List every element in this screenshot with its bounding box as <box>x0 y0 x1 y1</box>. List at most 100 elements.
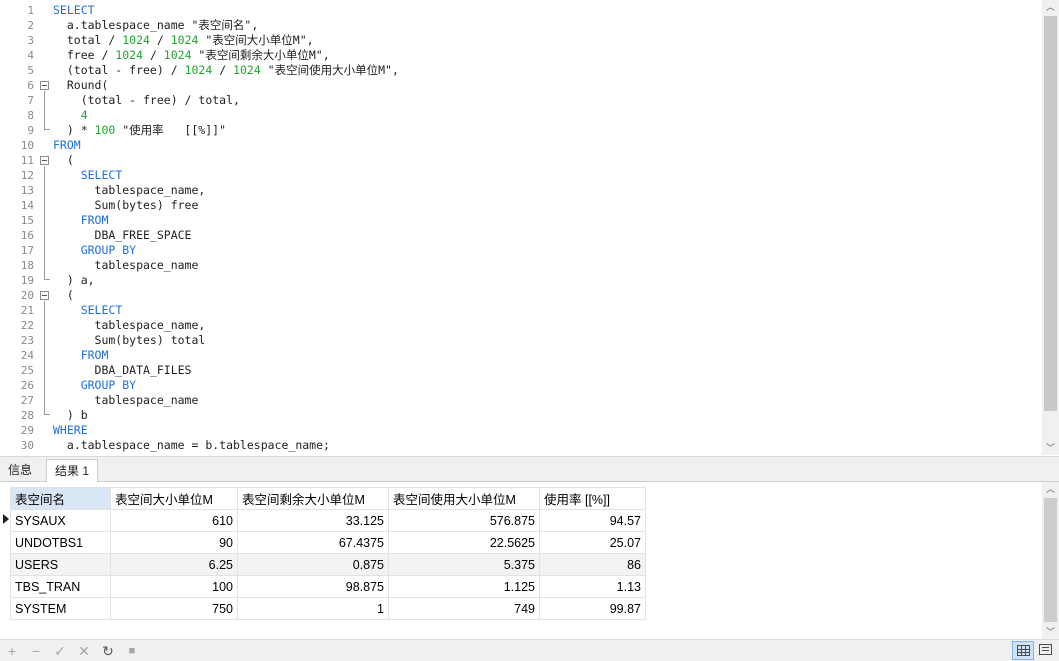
code-line[interactable]: ) a, <box>53 273 399 288</box>
table-cell[interactable]: UNDOTBS1 <box>10 531 111 554</box>
table-cell[interactable]: 5.375 <box>388 553 540 576</box>
table-cell[interactable]: 1.125 <box>388 575 540 598</box>
table-cell[interactable]: TBS_TRAN <box>10 575 111 598</box>
table-row[interactable]: USERS 6.25 0.875 5.375 86 <box>10 553 646 576</box>
table-cell[interactable]: 33.125 <box>237 509 389 532</box>
code-line[interactable]: Round( <box>53 78 399 93</box>
table-cell[interactable]: 94.57 <box>539 509 646 532</box>
code-line[interactable]: WHERE <box>53 423 399 438</box>
table-cell[interactable]: SYSAUX <box>10 509 111 532</box>
sql-text: / <box>212 63 234 77</box>
code-line[interactable]: Sum(bytes) free <box>53 198 399 213</box>
code-line[interactable]: tablespace_name <box>53 258 399 273</box>
code-line[interactable]: Sum(bytes) total <box>53 333 399 348</box>
column-header[interactable]: 使用率 [[%]] <box>539 487 646 510</box>
code-line[interactable]: a.tablespace_name "表空间名", <box>53 18 399 33</box>
table-cell[interactable]: 67.4375 <box>237 531 389 554</box>
refresh-icon[interactable]: ↻ <box>100 643 116 659</box>
table-row[interactable]: SYSTEM 750 1 749 99.87 <box>10 597 646 620</box>
grid-vertical-scrollbar[interactable]: ︿ ﹀ <box>1042 482 1059 639</box>
line-number: 3 <box>27 34 34 47</box>
delete-record-icon[interactable]: − <box>28 643 44 659</box>
table-cell[interactable]: 25.07 <box>539 531 646 554</box>
code-line[interactable]: DBA_DATA_FILES <box>53 363 399 378</box>
table-cell[interactable]: 90 <box>110 531 238 554</box>
sql-text: Sum(bytes) free <box>53 198 199 212</box>
code-line[interactable]: SELECT <box>53 3 399 18</box>
column-header[interactable]: 表空间使用大小单位M <box>388 487 540 510</box>
table-cell[interactable]: 0.875 <box>237 553 389 576</box>
table-cell[interactable]: SYSTEM <box>10 597 111 620</box>
code-line[interactable]: ( <box>53 153 399 168</box>
code-line[interactable]: tablespace_name, <box>53 183 399 198</box>
column-header[interactable]: 表空间名 <box>10 487 111 510</box>
column-header[interactable]: 表空间大小单位M <box>110 487 238 510</box>
fold-toggle-round[interactable] <box>40 81 49 90</box>
fold-guide <box>44 301 45 414</box>
scrollbar-thumb[interactable] <box>1044 498 1057 622</box>
code-line[interactable]: GROUP BY <box>53 243 399 258</box>
stop-icon[interactable]: ■ <box>124 643 140 659</box>
scroll-down-arrow-icon[interactable]: ﹀ <box>1042 441 1059 455</box>
code-line[interactable]: a.tablespace_name = b.tablespace_name; <box>53 438 399 453</box>
result-table: 表空间名 表空间大小单位M 表空间剩余大小单位M 表空间使用大小单位M 使用率 … <box>10 487 646 620</box>
sql-editor[interactable]: 1 2 3 4 5 6 7 8 9 10 11 12 13 14 15 16 17 18 19 20 21 22 23 24 2… <box>0 0 1059 455</box>
code-line[interactable]: ) * 100 "使用率 [[%]]" <box>53 123 399 138</box>
form-view-button[interactable] <box>1035 641 1057 660</box>
table-cell[interactable]: 100 <box>110 575 238 598</box>
fold-toggle-subquery-a[interactable] <box>40 156 49 165</box>
code-line[interactable]: total / 1024 / 1024 "表空间大小单位M", <box>53 33 399 48</box>
table-cell[interactable]: USERS <box>10 553 111 576</box>
add-record-icon[interactable]: + <box>4 643 20 659</box>
table-cell[interactable]: 22.5625 <box>388 531 540 554</box>
sql-code[interactable]: SELECT a.tablespace_name "表空间名", total /… <box>53 3 399 453</box>
discard-changes-icon[interactable]: ✕ <box>76 643 92 659</box>
code-line[interactable]: (total - free) / total, <box>53 93 399 108</box>
line-number: 12 <box>20 169 34 182</box>
sql-keyword: SELECT <box>80 168 123 182</box>
table-row[interactable]: UNDOTBS1 90 67.4375 22.5625 25.07 <box>10 531 646 554</box>
apply-changes-icon[interactable]: ✓ <box>52 643 68 659</box>
editor-vertical-scrollbar[interactable]: ︿ ﹀ <box>1042 0 1059 455</box>
table-cell[interactable]: 1.13 <box>539 575 646 598</box>
sql-number: 1024 <box>122 33 150 47</box>
table-cell[interactable]: 749 <box>388 597 540 620</box>
table-cell[interactable]: 86 <box>539 553 646 576</box>
table-row[interactable]: TBS_TRAN 100 98.875 1.125 1.13 <box>10 575 646 598</box>
code-line[interactable]: FROM <box>53 348 399 363</box>
code-line[interactable]: FROM <box>53 138 399 153</box>
code-line[interactable]: free / 1024 / 1024 "表空间剩余大小单位M", <box>53 48 399 63</box>
code-line[interactable]: tablespace_name, <box>53 318 399 333</box>
code-line[interactable]: ( <box>53 288 399 303</box>
code-line[interactable]: DBA_FREE_SPACE <box>53 228 399 243</box>
sql-text: DBA_DATA_FILES <box>53 363 192 377</box>
fold-toggle-subquery-b[interactable] <box>40 291 49 300</box>
table-cell[interactable]: 99.87 <box>539 597 646 620</box>
table-cell[interactable]: 576.875 <box>388 509 540 532</box>
code-line[interactable]: GROUP BY <box>53 378 399 393</box>
table-cell[interactable]: 750 <box>110 597 238 620</box>
code-line[interactable]: tablespace_name <box>53 393 399 408</box>
scrollbar-thumb[interactable] <box>1044 16 1057 411</box>
tab-info[interactable]: 信息 <box>0 459 40 483</box>
table-cell[interactable]: 1 <box>237 597 389 620</box>
code-line[interactable]: (total - free) / 1024 / 1024 "表空间使用大小单位M… <box>53 63 399 78</box>
scroll-up-arrow-icon[interactable]: ︿ <box>1042 482 1059 496</box>
scroll-down-arrow-icon[interactable]: ﹀ <box>1042 625 1059 639</box>
column-header[interactable]: 表空间剩余大小单位M <box>237 487 389 510</box>
tab-result-1[interactable]: 结果 1 <box>46 459 99 483</box>
table-cell[interactable]: 610 <box>110 509 238 532</box>
table-cell[interactable]: 6.25 <box>110 553 238 576</box>
header-row: 表空间名 表空间大小单位M 表空间剩余大小单位M 表空间使用大小单位M 使用率 … <box>10 487 646 510</box>
grid-view-button[interactable] <box>1012 641 1034 660</box>
table-cell[interactable]: 98.875 <box>237 575 389 598</box>
code-line[interactable]: 4 <box>53 108 399 123</box>
sql-text: total / <box>53 33 123 47</box>
table-row[interactable]: SYSAUX 610 33.125 576.875 94.57 <box>10 509 646 532</box>
code-line[interactable]: SELECT <box>53 168 399 183</box>
code-line[interactable]: ) b <box>53 408 399 423</box>
code-line[interactable]: FROM <box>53 213 399 228</box>
code-line[interactable]: SELECT <box>53 303 399 318</box>
scroll-up-arrow-icon[interactable]: ︿ <box>1042 0 1059 14</box>
